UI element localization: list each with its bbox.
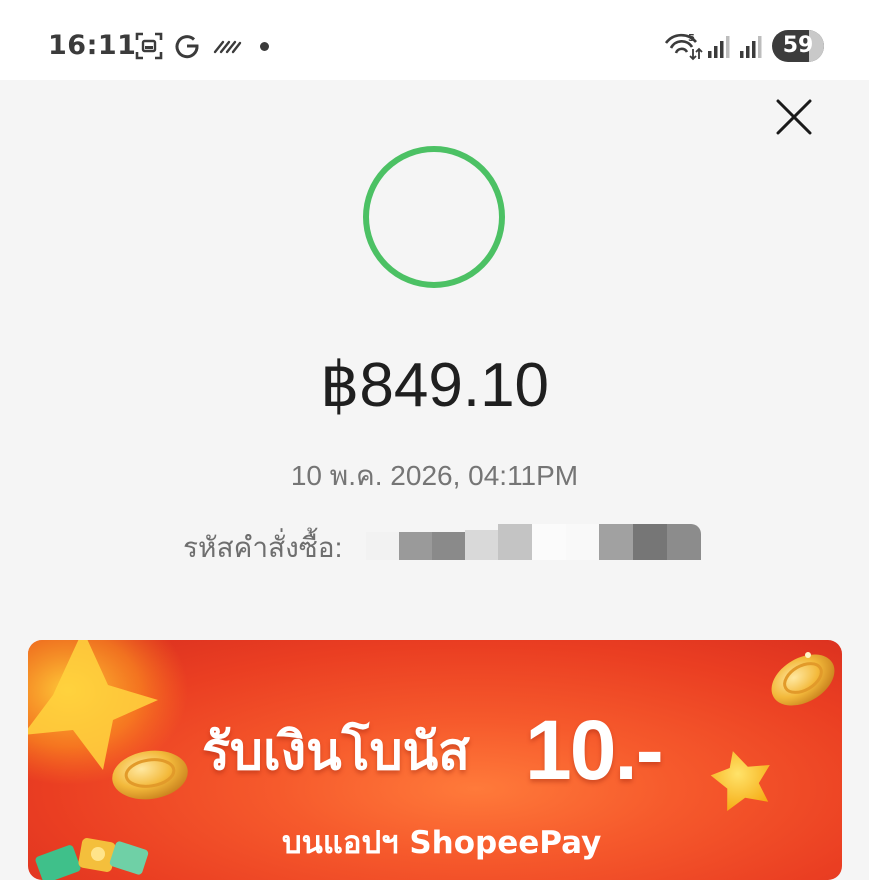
banner-amount: 10.-	[525, 703, 664, 797]
screenshot-icon	[135, 32, 163, 60]
status-time: 16:11	[48, 30, 137, 61]
banner-title: รับเงินโบนัส	[202, 722, 470, 782]
data-saver-icon	[213, 40, 242, 54]
google-icon	[175, 35, 199, 59]
close-icon[interactable]	[772, 95, 816, 139]
svg-text:5: 5	[688, 33, 695, 44]
success-ring-icon	[363, 146, 505, 288]
signal-icon-2	[740, 36, 762, 58]
order-id-row: รหัสคำสั่งซื้อ:	[183, 524, 703, 566]
order-id-label: รหัสคำสั่งซื้อ:	[183, 532, 343, 563]
payment-amount: ฿849.10	[319, 351, 550, 420]
battery-level: 59	[782, 33, 814, 58]
order-id-redacted	[366, 520, 701, 570]
payment-datetime: 10 พ.ค. 2026, 04:11PM	[290, 460, 579, 491]
banner-subtitle: บนแอปฯ ShopeePay	[282, 825, 602, 861]
battery-indicator: 59	[772, 30, 824, 62]
signal-icon	[708, 36, 730, 58]
status-bar: 16:11 5 59	[0, 0, 869, 80]
wifi-5g-icon: 5	[664, 33, 703, 61]
notification-dot-icon	[260, 42, 269, 51]
